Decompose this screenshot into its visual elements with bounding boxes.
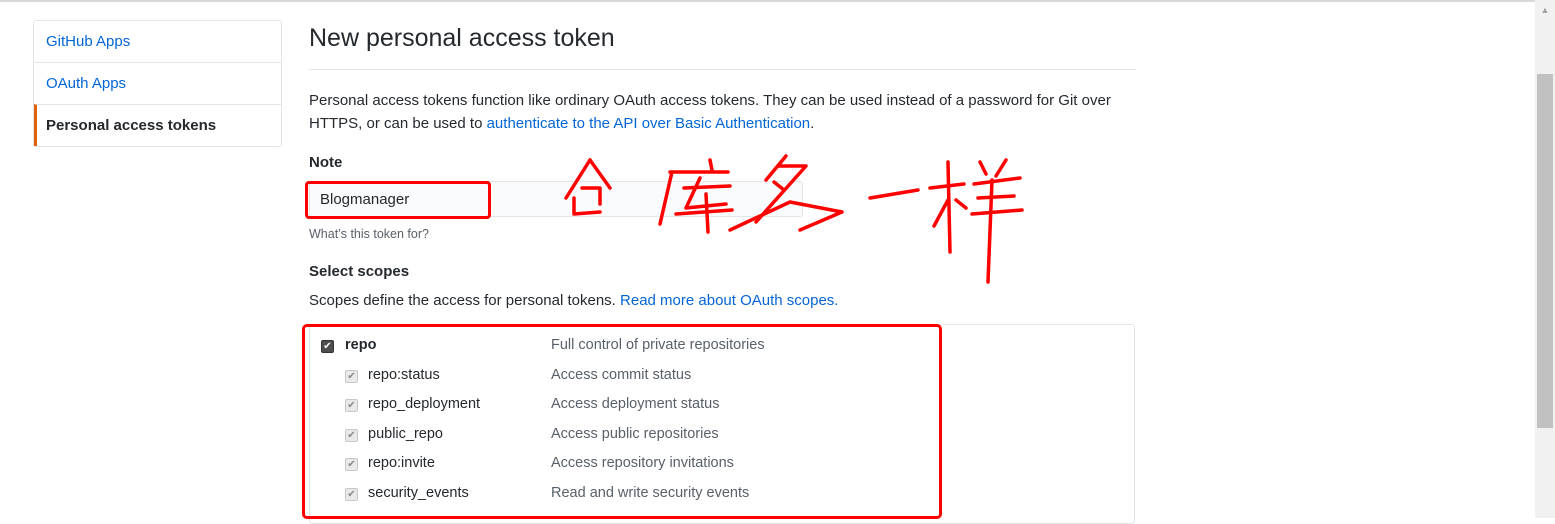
- note-label: Note: [309, 154, 343, 171]
- select-scopes-label: Select scopes: [309, 263, 410, 280]
- settings-sidebar: GitHub Apps OAuth Apps Personal access t…: [33, 20, 282, 147]
- sidebar-item-personal-access-tokens[interactable]: Personal access tokens: [34, 104, 281, 146]
- sidebar-item-github-apps[interactable]: GitHub Apps: [34, 21, 281, 62]
- top-border: [0, 0, 1535, 2]
- handwritten-annotation: [564, 154, 1024, 284]
- scopes-description: Scopes define the access for personal to…: [309, 292, 838, 309]
- scrollbar-thumb[interactable]: [1537, 74, 1553, 428]
- page-description: Personal access tokens function like ord…: [309, 89, 1144, 135]
- oauth-scopes-link[interactable]: Read more about OAuth scopes.: [620, 292, 838, 309]
- basic-auth-link[interactable]: authenticate to the API over Basic Authe…: [487, 115, 811, 132]
- annotation-box-note: [305, 181, 491, 219]
- description-end: .: [810, 115, 815, 132]
- chevron-up-icon[interactable]: ▲: [1535, 0, 1555, 20]
- title-divider: [309, 69, 1136, 70]
- sidebar-item-oauth-apps[interactable]: OAuth Apps: [34, 62, 281, 104]
- scopes-desc-text: Scopes define the access for personal to…: [309, 292, 621, 309]
- page-title: New personal access token: [309, 24, 615, 52]
- annotation-box-scopes: [302, 324, 942, 519]
- note-help-text: What’s this token for?: [309, 227, 429, 241]
- vertical-scrollbar[interactable]: ▲: [1535, 0, 1555, 518]
